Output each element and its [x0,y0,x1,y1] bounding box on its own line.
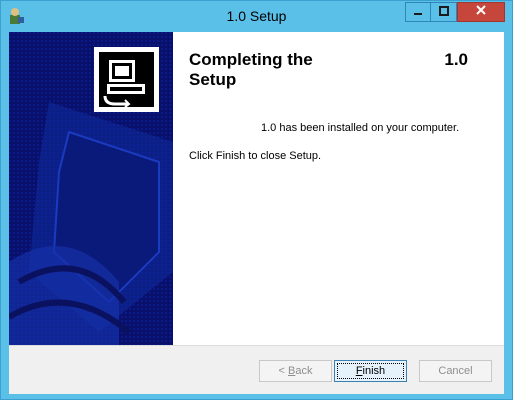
page-heading: Completing the Setup [189,50,313,89]
wizard-content: Completing the Setup 1.0 1.0 has been in… [173,32,504,345]
finish-button[interactable]: Finish [334,360,407,382]
focus-rectangle [337,363,404,379]
back-label-prefix: < [278,365,288,377]
minimize-button[interactable] [405,2,431,22]
close-icon [475,3,487,21]
maximize-button[interactable] [431,2,457,22]
title-bar[interactable]: 1.0 Setup [1,1,512,32]
setup-logo [94,47,159,112]
client-area: Completing the Setup 1.0 1.0 has been in… [9,32,504,394]
back-label-accel: B [288,365,296,377]
minimize-icon [413,3,423,21]
setup-window: 1.0 Setup Completing the Setup 1.0 1.0 h… [0,0,513,400]
close-instruction: Click Finish to close Setup. [189,150,322,162]
setup-computer-icon [103,60,145,108]
version-label: 1.0 [444,50,468,69]
installed-message: 1.0 has been installed on your computer. [261,122,460,134]
back-label-rest: ack [295,365,313,377]
button-bar: < Back Finish Cancel [9,345,504,394]
maximize-icon [438,3,449,21]
wizard-banner [9,32,173,345]
close-button[interactable] [457,2,505,22]
cancel-button[interactable]: Cancel [419,360,492,382]
back-button[interactable]: < Back [259,360,332,382]
